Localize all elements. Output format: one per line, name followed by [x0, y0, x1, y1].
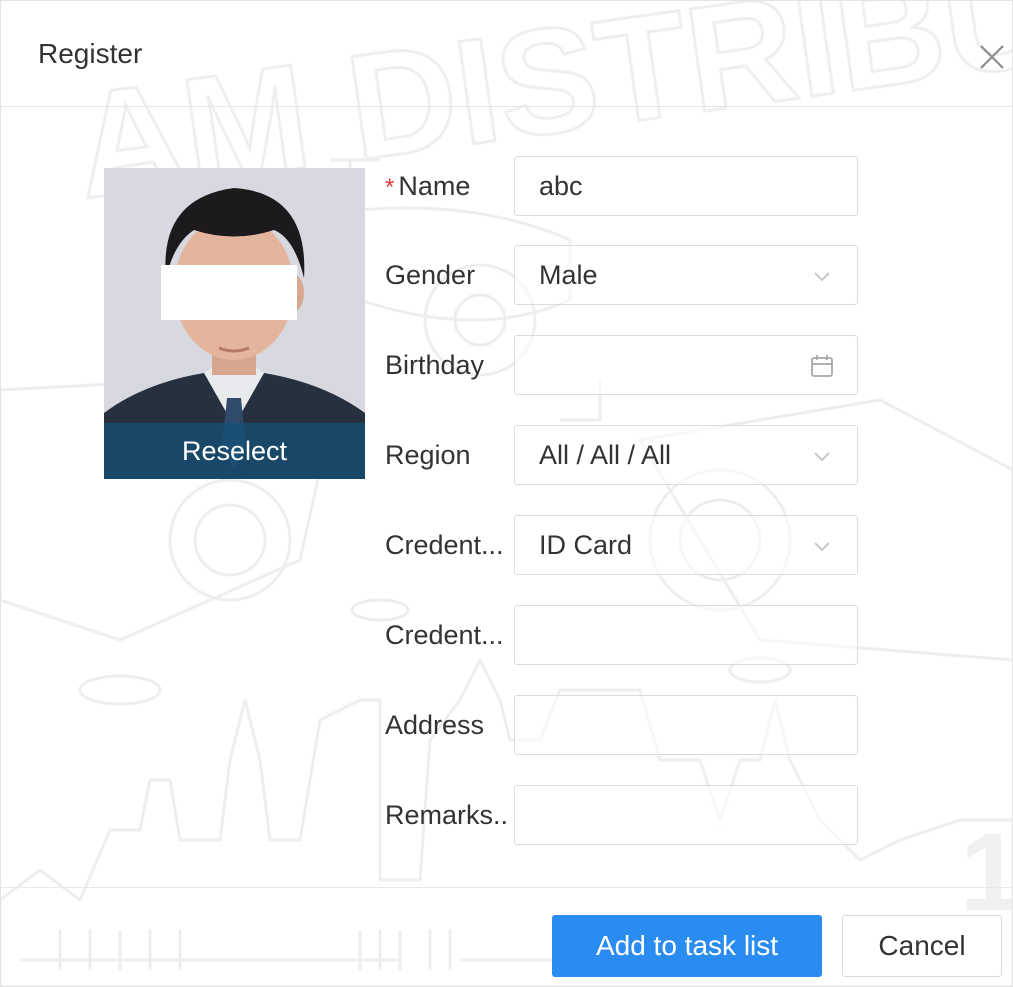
add-to-task-list-button[interactable]: Add to task list: [552, 915, 822, 977]
region-value: All / All / All: [539, 440, 672, 470]
credential-type-label: Credent...: [385, 530, 504, 560]
credential-type-select[interactable]: ID Card: [514, 515, 858, 575]
credential-type-value: ID Card: [539, 530, 633, 560]
name-label: * Name: [385, 171, 471, 201]
dialog-header: Register: [0, 0, 1013, 107]
region-label: Region: [385, 440, 471, 470]
close-icon[interactable]: [975, 40, 1009, 74]
reselect-button[interactable]: Reselect: [104, 423, 365, 479]
birthday-label: Birthday: [385, 350, 485, 380]
chevron-down-icon: [814, 452, 830, 462]
gender-value: Male: [539, 260, 598, 290]
cancel-button[interactable]: Cancel: [842, 915, 1002, 977]
address-input[interactable]: [514, 695, 858, 755]
chevron-down-icon: [814, 272, 830, 282]
address-label: Address: [385, 710, 485, 740]
birthday-date-picker[interactable]: [514, 335, 858, 395]
name-input[interactable]: abc: [514, 156, 858, 216]
chevron-down-icon: [814, 542, 830, 552]
remarks-label: Remarks..: [385, 800, 509, 830]
region-select[interactable]: All / All / All: [514, 425, 858, 485]
required-mark: *: [385, 174, 395, 201]
dialog-title: Register: [38, 38, 143, 69]
footer-divider: [0, 887, 1013, 888]
gender-select[interactable]: Male: [514, 245, 858, 305]
credential-number-input[interactable]: [514, 605, 858, 665]
remarks-input[interactable]: [514, 785, 858, 845]
name-value: abc: [539, 171, 583, 201]
gender-label: Gender: [385, 260, 476, 290]
credential-number-label: Credent...: [385, 620, 504, 650]
calendar-icon: [811, 355, 833, 377]
face-photo: Reselect: [104, 168, 365, 479]
